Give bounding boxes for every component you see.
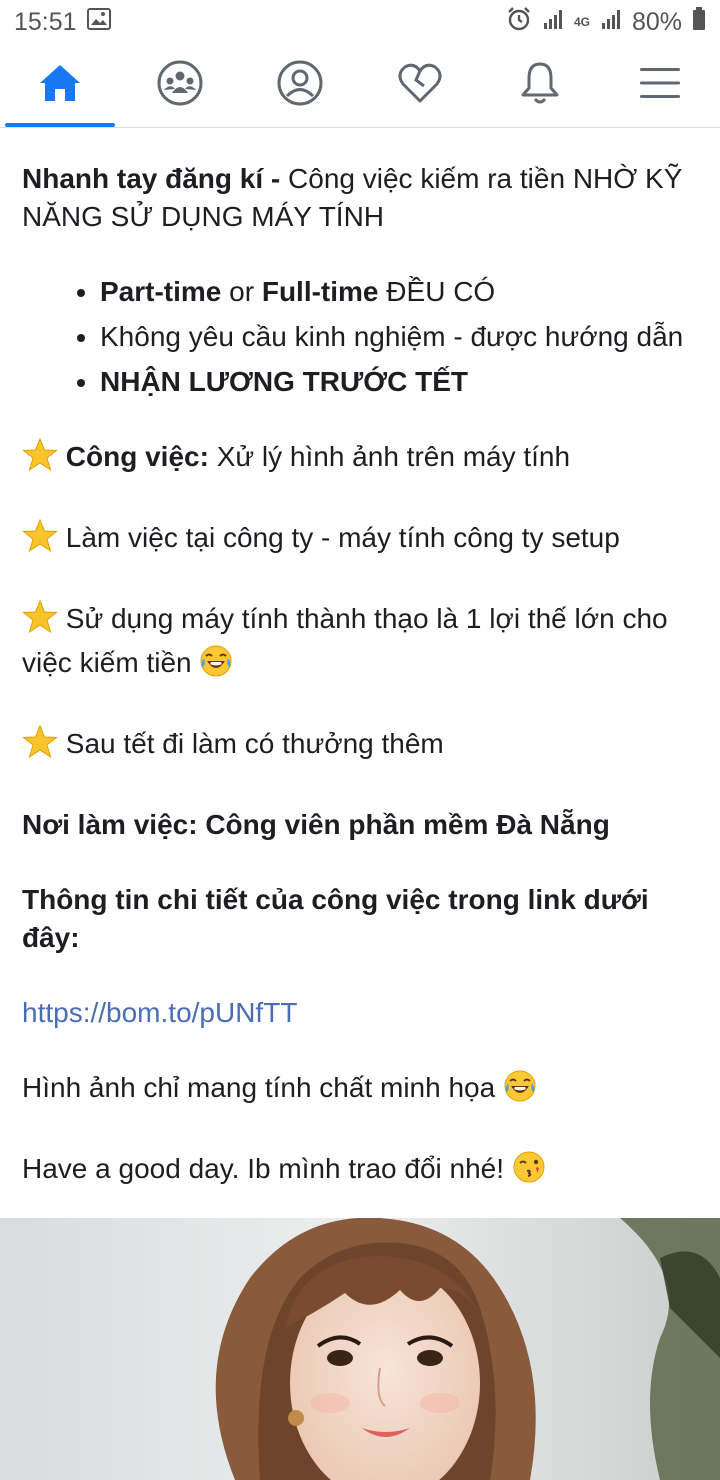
gallery-notification-icon [86,7,111,37]
tab-notifications[interactable] [480,44,600,127]
part-time-label: Part-time [100,276,222,307]
dating-heart-icon [397,62,443,109]
tab-home[interactable] [0,44,120,127]
signal-icon [542,8,564,37]
star-line-skill: Sử dụng máy tính thành thạo là 1 lợi thế… [22,599,698,688]
salary-before-tet-text: NHẬN LƯƠNG TRƯỚC TẾT [100,366,468,397]
battery-icon [692,6,706,38]
bonus-text: Sau tết đi làm có thưởng thêm [58,728,444,759]
details-line: Thông tin chi tiết của công việc trong l… [22,881,698,957]
list-item: Part-time or Full-time ĐỀU CÓ [100,273,698,311]
full-time-label: Full-time [261,276,379,307]
location-text: Nơi làm việc: Công viên phần mềm Đà Nẵng [22,809,610,840]
job-description: Xử lý hình ảnh trên máy tính [208,441,571,472]
star-emoji-icon [22,518,58,563]
job-label: Công việc: [65,441,209,472]
status-time: 15:51 [14,7,77,36]
star-emoji-icon [22,599,58,644]
tab-dating[interactable] [360,44,480,127]
both-available-text: ĐỀU CÓ [378,276,496,307]
alarm-icon [506,6,532,39]
job-link[interactable]: https://bom.to/pUNfTT [22,997,297,1028]
list-item: Không yêu cầu kinh nghiệm - được hướng d… [100,318,698,356]
illustration-line: Hình ảnh chỉ mang tính chất minh họa [22,1069,698,1113]
battery-percent: 80% [631,7,682,36]
skill-text: Sử dụng máy tính thành thạo là 1 lợi thế… [22,603,668,678]
details-text: Thông tin chi tiết của công việc trong l… [22,884,649,953]
laughing-tears-emoji-icon [199,644,233,688]
star-emoji-icon [22,437,58,482]
kissing-wink-emoji-icon [512,1150,546,1194]
star-line-bonus: Sau tết đi làm có thưởng thêm [22,724,698,769]
closing-line: Have a good day. Ib mình trao đổi nhé! [22,1150,698,1194]
profile-icon [276,59,324,112]
tab-menu[interactable] [600,44,720,127]
notifications-bell-icon [519,60,561,111]
menu-icon [639,66,681,105]
post-intro: Nhanh tay đăng kí - Công việc kiếm ra ti… [22,160,698,236]
post-body: Nhanh tay đăng kí - Công việc kiếm ra ti… [22,160,698,1194]
location-line: Nơi làm việc: Công viên phần mềm Đà Nẵng [22,806,698,844]
link-line: https://bom.to/pUNfTT [22,994,698,1032]
star-line-office: Làm việc tại công ty - máy tính công ty … [22,518,698,563]
network-type-label: 4G [573,15,590,29]
closing-text: Have a good day. Ib mình trao đổi nhé! [22,1153,512,1184]
list-item: NHẬN LƯƠNG TRƯỚC TẾT [100,363,698,401]
star-emoji-icon [22,724,58,769]
star-line-job: Công việc: Xử lý hình ảnh trên máy tính [22,437,698,482]
illustration-note: Hình ảnh chỉ mang tính chất minh họa [22,1072,503,1103]
laughing-tears-emoji-icon [503,1069,537,1113]
intro-bold: Nhanh tay đăng kí - [22,163,281,194]
tab-groups[interactable] [120,44,240,127]
top-navigation [0,44,720,128]
tab-profile[interactable] [240,44,360,127]
benefits-list: Part-time or Full-time ĐỀU CÓ Không yêu … [22,273,698,401]
post-photo[interactable] [0,1218,720,1480]
office-text: Làm việc tại công ty - máy tính công ty … [58,522,620,553]
or-text: or [221,276,262,307]
status-bar: 15:51 4G 80% [0,0,720,44]
groups-icon [156,59,204,112]
signal-2-icon [600,8,622,37]
home-icon [38,63,82,108]
